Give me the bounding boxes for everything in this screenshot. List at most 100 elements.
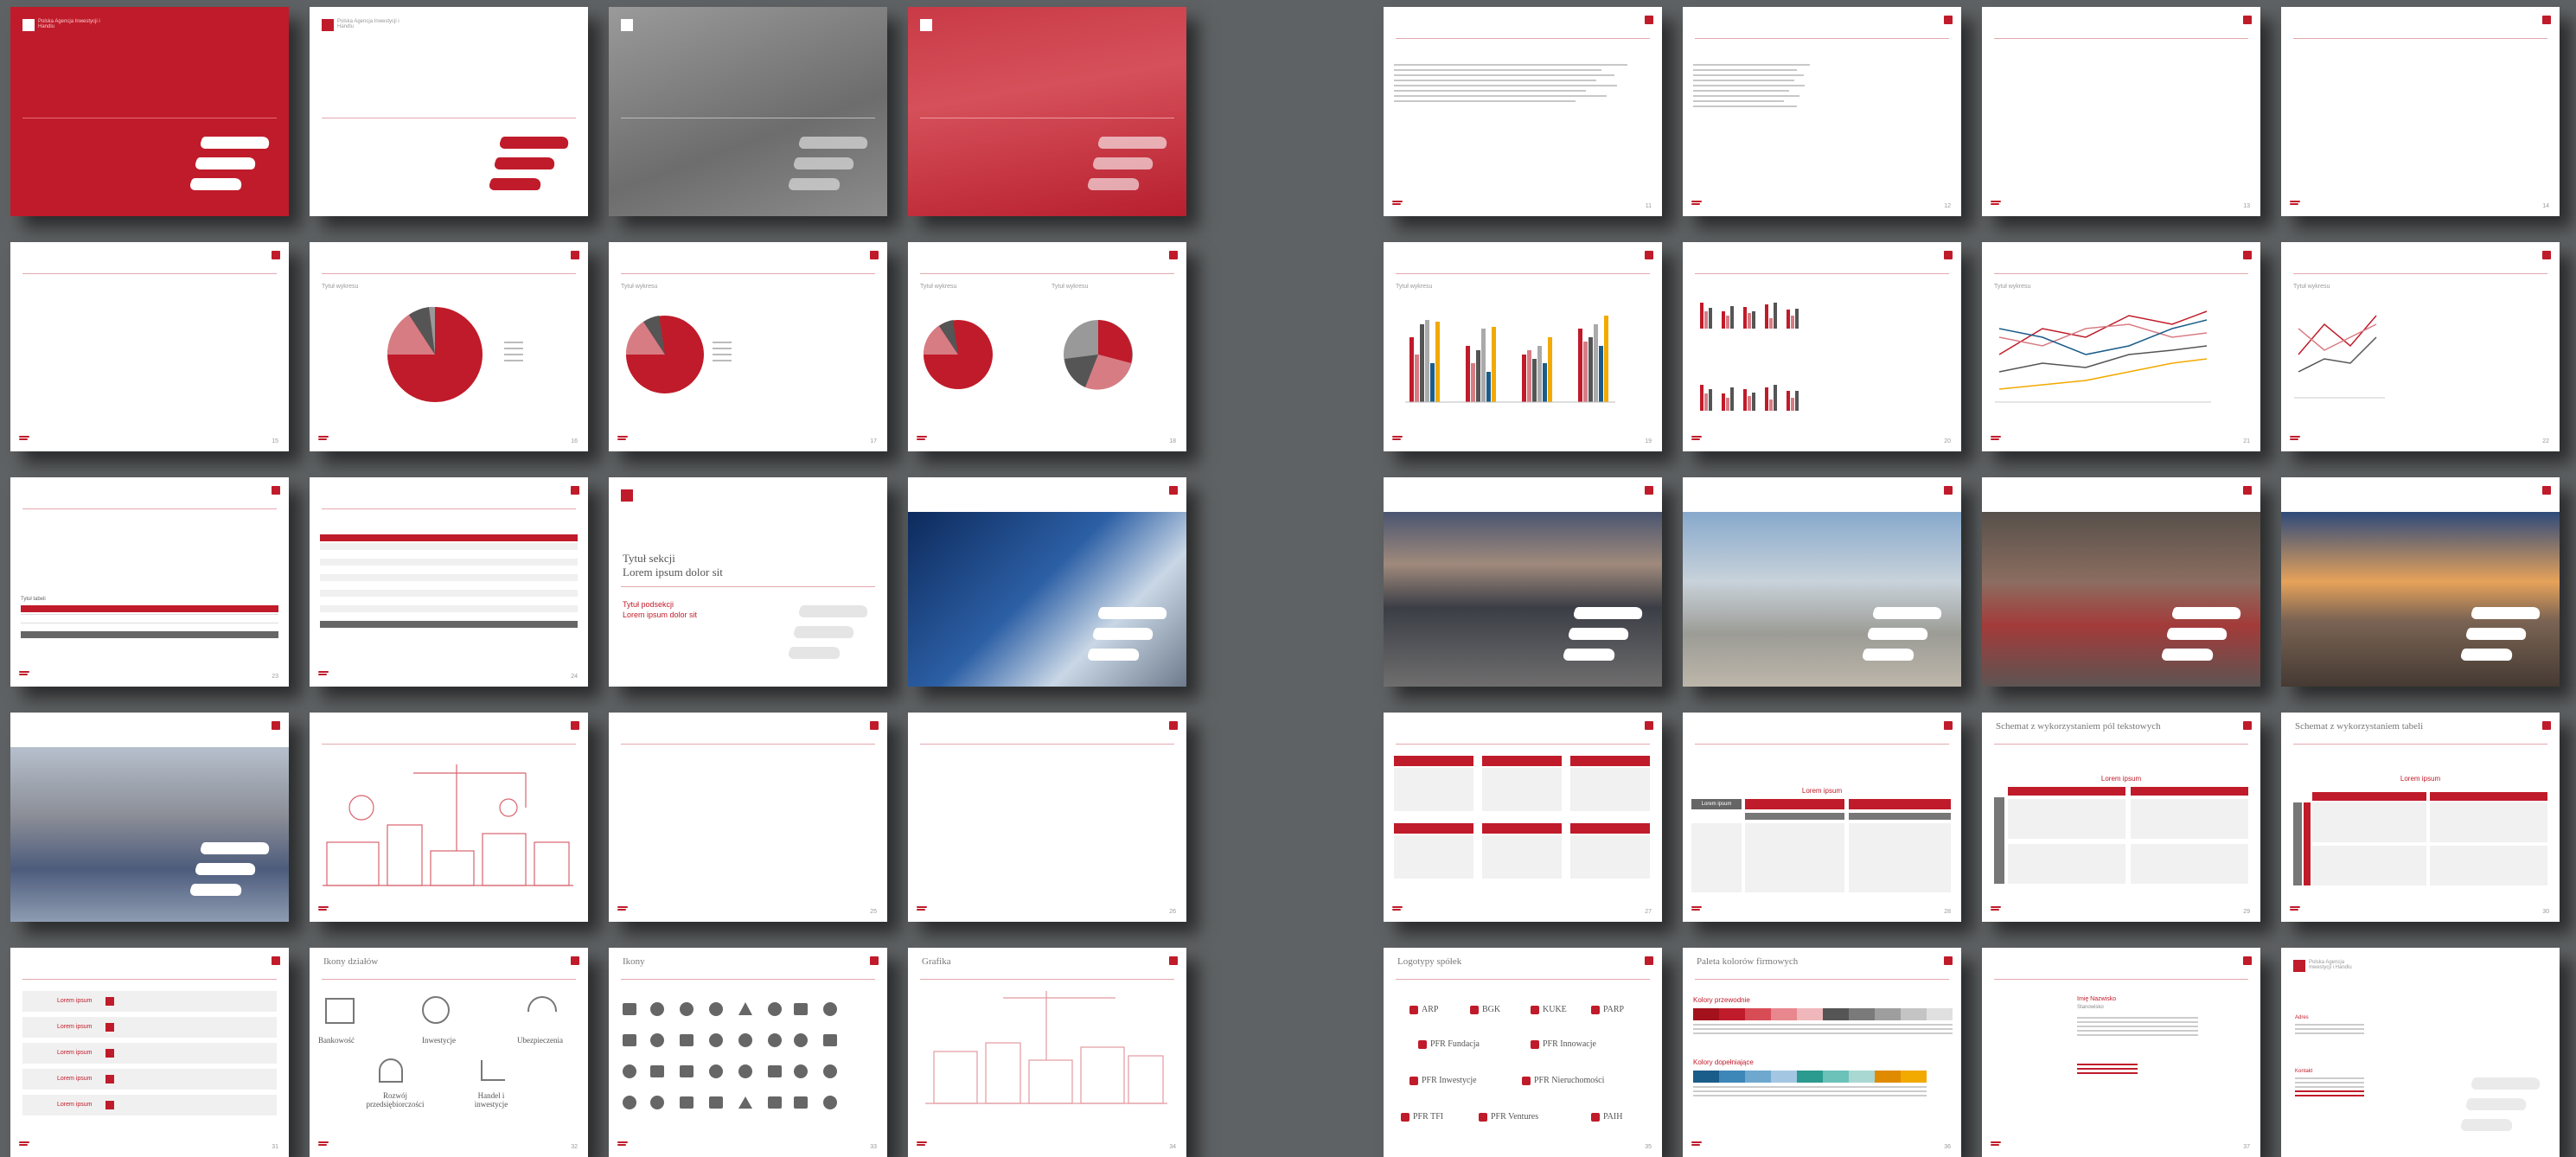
- slide-cover-photo-gray[interactable]: [609, 7, 887, 216]
- logo-icon: [22, 19, 35, 31]
- footer-mark-icon: [318, 436, 329, 443]
- org-name: Polska Agencja Inwestycji i Handlu: [337, 19, 400, 29]
- slide-schema-table[interactable]: Schemat z wykorzystaniem tabeli Lorem ip…: [2281, 713, 2560, 922]
- slide-lorem-table[interactable]: Lorem ipsum Lorem ipsum 28: [1683, 713, 1961, 922]
- company-logo: PFR Fundacja: [1418, 1039, 1480, 1049]
- logo-icon: [272, 251, 280, 259]
- slide-company-logos[interactable]: Logotypy spółek ARP BGK KUKE PARP PFR Fu…: [1384, 948, 1662, 1157]
- company-logo: PFR Nieruchomości: [1522, 1076, 1604, 1085]
- umbrella-icon: [527, 996, 557, 1012]
- footer-mark-icon: [1991, 906, 2001, 913]
- slide-graphic[interactable]: Grafika 34: [908, 948, 1186, 1157]
- pie-chart: [625, 316, 732, 393]
- page-number: 16: [571, 438, 578, 444]
- slide-photo-crowd[interactable]: [1982, 477, 2260, 687]
- brand-mark-icon: [2159, 607, 2250, 676]
- slide-title: Paleta kolorów firmowych: [1697, 956, 1799, 967]
- footer-mark-icon: [1691, 906, 1702, 913]
- slide-icons[interactable]: Ikony 33: [609, 948, 887, 1157]
- slide-title: Logotypy spółek: [1397, 956, 1462, 967]
- page-number: 22: [2542, 438, 2549, 444]
- slide-line-chart[interactable]: Tytuł wykresu 21: [1982, 242, 2260, 451]
- slide-text-bullets[interactable]: 11: [1384, 7, 1662, 216]
- table-rows: [320, 543, 578, 628]
- page-number: 34: [1169, 1144, 1176, 1150]
- footer-mark-icon: [917, 906, 927, 913]
- slide-pie-chart[interactable]: Tytuł wykresu 16: [310, 242, 588, 451]
- slide-color-palette[interactable]: Paleta kolorów firmowych Kolory przewodn…: [1683, 948, 1961, 1157]
- slide-pie-chart[interactable]: Tytuł wykresu 17: [609, 242, 887, 451]
- section-title: Tytuł sekcji: [623, 552, 675, 565]
- slide-blank[interactable]: 13: [1982, 7, 2260, 216]
- table-title: Tytuł tabeli: [21, 597, 46, 602]
- slide-photo-crowd-street[interactable]: [10, 713, 289, 922]
- company-logo: PFR TFI: [1401, 1112, 1443, 1122]
- table-total-row: [21, 631, 278, 638]
- slide-section[interactable]: Tytuł sekcji Lorem ipsum dolor sit Tytuł…: [609, 477, 887, 687]
- slide-photo-crane[interactable]: [908, 477, 1186, 687]
- logo-icon: [621, 19, 633, 31]
- slide-table[interactable]: 24: [310, 477, 588, 687]
- sector-label: Bankowość: [318, 1036, 355, 1045]
- sector-label: Inwestycje: [422, 1036, 456, 1045]
- slide-bar-chart[interactable]: Tytuł wykresu 19: [1384, 242, 1662, 451]
- page-number: 20: [1944, 438, 1951, 444]
- slide-blank[interactable]: 26: [908, 713, 1186, 922]
- slide-illustration[interactable]: [310, 713, 588, 922]
- slide-text-bullets[interactable]: 12: [1683, 7, 1961, 216]
- brand-mark-icon: [786, 137, 877, 206]
- logo-icon: [1645, 16, 1653, 24]
- logo-icon: [1645, 956, 1653, 965]
- slide-photo-railyard[interactable]: [1384, 477, 1662, 687]
- table-header: [21, 605, 278, 612]
- slide-cover-photo-red[interactable]: [908, 7, 1186, 216]
- slide-photo-construction[interactable]: [1683, 477, 1961, 687]
- footer-mark-icon: [617, 436, 628, 443]
- slide-line-chart-small[interactable]: Tytuł wykresu 22: [2281, 242, 2560, 451]
- page-number: 25: [870, 909, 877, 915]
- logo-icon: [571, 956, 579, 965]
- slide-photo-sunset-rails[interactable]: [2281, 477, 2560, 687]
- slide-sector-icons[interactable]: Ikony działów Bankowość Inwestycje Ubezp…: [310, 948, 588, 1157]
- lorem-heading: Lorem ipsum: [1801, 787, 1843, 795]
- brand-mark-icon: [1085, 137, 1176, 206]
- logo-icon: [1169, 721, 1178, 730]
- slide-title: Schemat z wykorzystaniem pól tekstowych: [1996, 721, 2161, 732]
- slide-grid-boxes[interactable]: 27: [1384, 713, 1662, 922]
- pie-chart: [387, 306, 523, 402]
- lorem-list: Lorem ipsum Lorem ipsum Lorem ipsum Lore…: [22, 991, 277, 1121]
- slide-table-small[interactable]: Tytuł tabeli 23: [10, 477, 289, 687]
- slide-contact-address[interactable]: Polska Agencja Inwestycji i Handlu Adres…: [2281, 948, 2560, 1157]
- company-logo: PAIH: [1591, 1112, 1622, 1122]
- slide-blank[interactable]: 25: [609, 713, 887, 922]
- pie-chart: [924, 320, 1133, 390]
- logo-icon: [272, 956, 280, 965]
- page-number: 33: [870, 1144, 877, 1150]
- footer-mark-icon: [19, 1141, 29, 1148]
- company-logo: PFR Innowacje: [1531, 1039, 1596, 1049]
- diamond-icon: [422, 996, 450, 1024]
- bar-chart: [1405, 316, 1615, 403]
- slide-two-pie-charts[interactable]: Tytuł wykresu Tytuł wykresu 18: [908, 242, 1186, 451]
- company-logo: PFR Inwestycje: [1409, 1076, 1477, 1085]
- logo-icon: [272, 486, 280, 495]
- slide-lorem-list[interactable]: Lorem ipsum Lorem ipsum Lorem ipsum Lore…: [10, 948, 289, 1157]
- footer-mark-icon: [617, 1141, 628, 1148]
- logo-icon: [322, 19, 334, 31]
- page-number: 29: [2243, 909, 2250, 915]
- slide-contact-person[interactable]: Imię Nazwisko Stanowisko 37: [1982, 948, 2260, 1157]
- page-number: 23: [272, 674, 278, 680]
- section-subtitle: Lorem ipsum dolor sit: [623, 566, 723, 578]
- logo-icon: [1944, 16, 1953, 24]
- slide-schema-text[interactable]: Schemat z wykorzystaniem pól tekstowych …: [1982, 713, 2260, 922]
- slide-cover-white[interactable]: Polska Agencja Inwestycji i Handlu: [310, 7, 588, 216]
- footer-mark-icon: [2290, 906, 2300, 913]
- logo-icon: [2542, 16, 2551, 24]
- slide-cover-red[interactable]: Polska Agencja Inwestycji i Handlu: [10, 7, 289, 216]
- slide-blank[interactable]: 15: [10, 242, 289, 451]
- slide-two-bar-charts[interactable]: 20: [1683, 242, 1961, 451]
- slide-blank[interactable]: 14: [2281, 7, 2560, 216]
- page-number: 35: [1645, 1144, 1652, 1150]
- brand-mark-icon: [2458, 1077, 2549, 1147]
- brand-mark-icon: [1860, 607, 1951, 676]
